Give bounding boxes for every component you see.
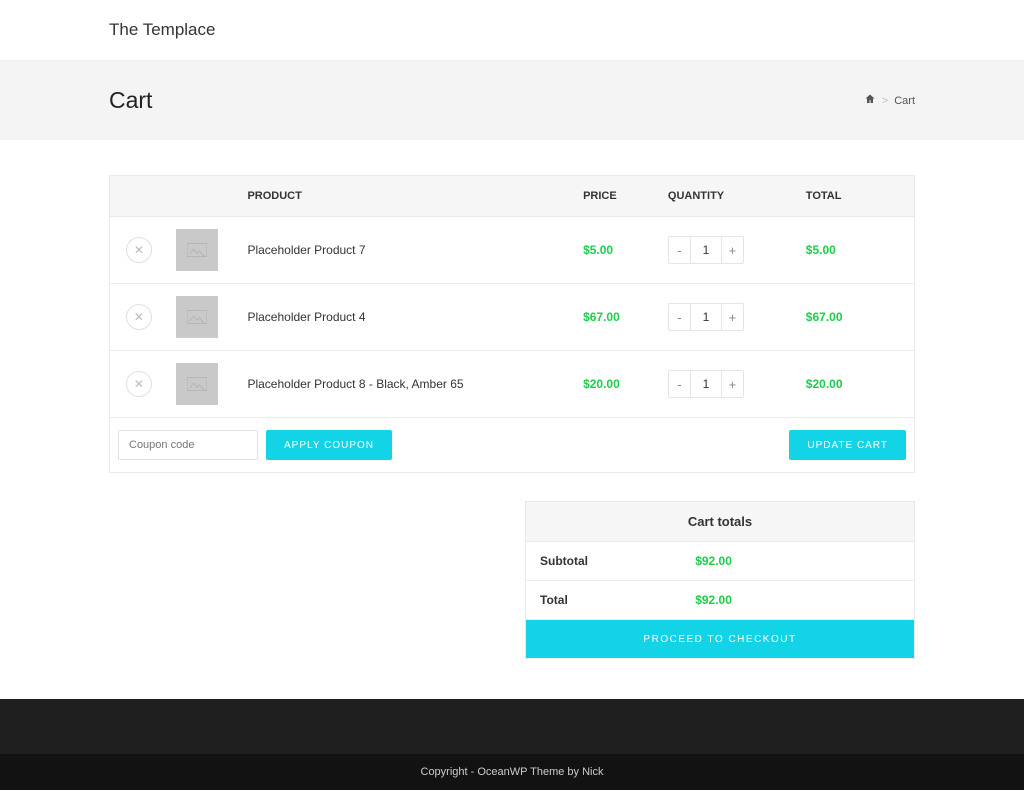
product-price: $5.00	[575, 217, 660, 284]
remove-item-button[interactable]: ✕	[126, 237, 152, 263]
product-thumbnail[interactable]	[176, 363, 218, 405]
breadcrumb-separator: >	[882, 95, 888, 107]
cart-table: PRODUCT PRICE QUANTITY TOTAL ✕ Placehold…	[109, 175, 915, 473]
line-total: $20.00	[798, 351, 915, 418]
proceed-to-checkout-button[interactable]: PROCEED TO CHECKOUT	[526, 620, 914, 658]
close-icon: ✕	[134, 244, 144, 256]
page-header: Cart > Cart	[0, 61, 1024, 140]
close-icon: ✕	[134, 378, 144, 390]
qty-decrease-button[interactable]: -	[669, 304, 691, 330]
close-icon: ✕	[134, 311, 144, 323]
product-price: $67.00	[575, 284, 660, 351]
qty-increase-button[interactable]: +	[721, 304, 743, 330]
site-title[interactable]: The Templace	[109, 20, 915, 40]
qty-increase-button[interactable]: +	[721, 237, 743, 263]
subtotal-value: $92.00	[681, 542, 914, 580]
line-total: $67.00	[798, 284, 915, 351]
page-title: Cart	[109, 87, 152, 114]
cart-totals: Cart totals Subtotal $92.00 Total $92.00…	[525, 501, 915, 659]
product-name[interactable]: Placeholder Product 7	[231, 217, 575, 284]
header-quantity: QUANTITY	[660, 176, 798, 217]
breadcrumb-home[interactable]	[864, 93, 876, 108]
quantity-stepper: - +	[668, 370, 744, 398]
remove-item-button[interactable]: ✕	[126, 304, 152, 330]
image-placeholder-icon	[187, 243, 207, 257]
site-footer: Copyright - OceanWP Theme by Nick	[0, 699, 1024, 790]
apply-coupon-button[interactable]: APPLY COUPON	[266, 430, 392, 460]
cart-totals-heading: Cart totals	[526, 502, 914, 542]
breadcrumb-current: Cart	[894, 95, 915, 107]
product-price: $20.00	[575, 351, 660, 418]
home-icon	[864, 93, 876, 105]
qty-decrease-button[interactable]: -	[669, 237, 691, 263]
line-total: $5.00	[798, 217, 915, 284]
subtotal-label: Subtotal	[526, 542, 681, 580]
image-placeholder-icon	[187, 377, 207, 391]
product-thumbnail[interactable]	[176, 229, 218, 271]
header-total: TOTAL	[798, 176, 915, 217]
footer-copyright: Copyright - OceanWP Theme by Nick	[0, 754, 1024, 790]
site-header: The Templace	[0, 0, 1024, 61]
qty-input[interactable]	[691, 304, 721, 330]
remove-item-button[interactable]: ✕	[126, 371, 152, 397]
quantity-stepper: - +	[668, 303, 744, 331]
breadcrumb: > Cart	[864, 93, 915, 108]
header-price: PRICE	[575, 176, 660, 217]
total-label: Total	[526, 581, 681, 619]
table-row: ✕ Placeholder Product 4 $67.00 - + $67.0…	[110, 284, 915, 351]
qty-decrease-button[interactable]: -	[669, 371, 691, 397]
total-value: $92.00	[681, 581, 914, 619]
qty-input[interactable]	[691, 371, 721, 397]
product-name[interactable]: Placeholder Product 4	[231, 284, 575, 351]
qty-input[interactable]	[691, 237, 721, 263]
quantity-stepper: - +	[668, 236, 744, 264]
header-product: PRODUCT	[231, 176, 575, 217]
qty-increase-button[interactable]: +	[721, 371, 743, 397]
update-cart-button[interactable]: UPDATE CART	[789, 430, 906, 460]
cart-actions-row: APPLY COUPON UPDATE CART	[110, 418, 915, 473]
table-row: ✕ Placeholder Product 7 $5.00 - + $5.00	[110, 217, 915, 284]
coupon-input[interactable]	[118, 430, 258, 460]
table-row: ✕ Placeholder Product 8 - Black, Amber 6…	[110, 351, 915, 418]
product-name[interactable]: Placeholder Product 8 - Black, Amber 65	[231, 351, 575, 418]
image-placeholder-icon	[187, 310, 207, 324]
product-thumbnail[interactable]	[176, 296, 218, 338]
